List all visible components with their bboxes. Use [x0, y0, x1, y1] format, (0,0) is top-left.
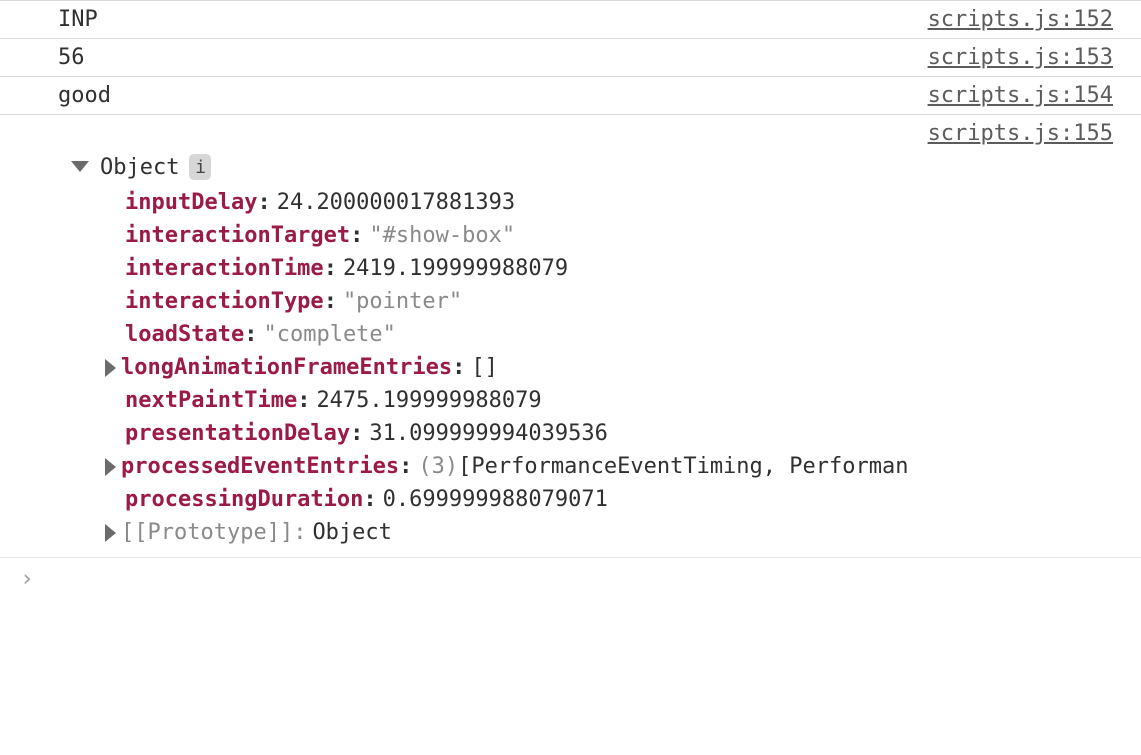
property-key: interactionType — [125, 289, 324, 314]
property-row[interactable]: interactionTarget: "#show-box" — [103, 219, 1141, 252]
property-row[interactable]: inputDelay: 24.200000017881393 — [103, 186, 1141, 219]
property-value: 24.200000017881393 — [277, 190, 515, 215]
property-row[interactable]: interactionTime: 2419.199999988079 — [103, 252, 1141, 285]
console-panel: INP scripts.js:152 56 scripts.js:153 goo… — [0, 0, 1141, 600]
property-row[interactable]: presentationDelay: 31.099999994039536 — [103, 417, 1141, 450]
caret-right-icon: › — [20, 566, 34, 592]
property-key: interactionTime — [125, 256, 324, 281]
property-row[interactable]: longAnimationFrameEntries: [] — [103, 351, 1141, 384]
property-key: interactionTarget — [125, 223, 350, 248]
console-log-row[interactable]: 56 scripts.js:153 — [0, 39, 1141, 77]
log-source-link[interactable]: scripts.js:155 — [928, 121, 1113, 146]
property-value: "#show-box" — [369, 223, 515, 248]
property-count: (3) — [418, 454, 458, 479]
property-value: 0.699999988079071 — [383, 487, 608, 512]
property-value: [PerformanceEventTiming, Performan — [458, 454, 908, 479]
property-value: 2475.199999988079 — [316, 388, 541, 413]
property-value: "complete" — [263, 322, 395, 347]
chevron-right-icon[interactable] — [105, 359, 116, 377]
property-row[interactable]: nextPaintTime: 2475.199999988079 — [103, 384, 1141, 417]
property-row[interactable]: processedEventEntries: (3) [PerformanceE… — [103, 450, 1141, 483]
log-source-link[interactable]: scripts.js:152 — [928, 7, 1113, 32]
console-input-row[interactable]: › — [0, 557, 1141, 600]
console-log-row-object: scripts.js:155 Object i inputDelay: 24.2… — [0, 115, 1141, 557]
property-value: 2419.199999988079 — [343, 256, 568, 281]
property-key: loadState — [125, 322, 244, 347]
property-value: "pointer" — [343, 289, 462, 314]
property-row[interactable]: loadState: "complete" — [103, 318, 1141, 351]
object-label: Object — [100, 155, 179, 180]
log-source-link[interactable]: scripts.js:153 — [928, 45, 1113, 70]
property-key: processingDuration — [125, 487, 363, 512]
property-key: longAnimationFrameEntries — [121, 355, 452, 380]
chevron-right-icon[interactable] — [105, 524, 116, 542]
chevron-right-icon[interactable] — [105, 458, 116, 476]
log-message: good — [58, 83, 111, 108]
property-key: inputDelay — [125, 190, 257, 215]
object-header[interactable]: Object i — [71, 154, 1141, 180]
property-value: Object — [312, 520, 391, 545]
info-icon[interactable]: i — [189, 154, 211, 180]
property-key: presentationDelay — [125, 421, 350, 446]
property-key: nextPaintTime — [125, 388, 297, 413]
property-key: [[Prototype]] — [121, 520, 293, 545]
property-row[interactable]: interactionType: "pointer" — [103, 285, 1141, 318]
object-properties: inputDelay: 24.200000017881393 interacti… — [71, 180, 1141, 549]
console-log-row[interactable]: INP scripts.js:152 — [0, 0, 1141, 39]
property-row[interactable]: processingDuration: 0.699999988079071 — [103, 483, 1141, 516]
property-key: processedEventEntries — [121, 454, 399, 479]
property-value: [] — [471, 355, 498, 380]
log-message: 56 — [58, 45, 85, 70]
log-message: INP — [58, 7, 98, 32]
property-value: 31.099999994039536 — [369, 421, 607, 446]
chevron-down-icon[interactable] — [71, 161, 89, 172]
console-log-row[interactable]: good scripts.js:154 — [0, 77, 1141, 115]
property-row[interactable]: [[Prototype]]: Object — [103, 516, 1141, 549]
log-source-link[interactable]: scripts.js:154 — [928, 83, 1113, 108]
